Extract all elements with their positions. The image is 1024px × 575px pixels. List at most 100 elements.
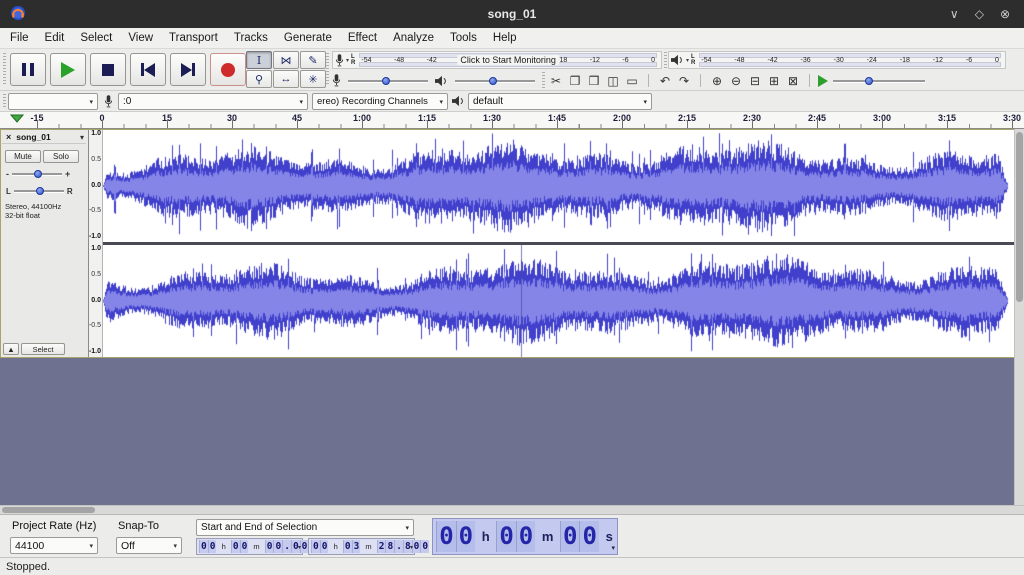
solo-button[interactable]: Solo (43, 150, 79, 163)
mute-button[interactable]: Mute (5, 150, 41, 163)
meter-tick: -18 (900, 57, 910, 64)
collapse-button[interactable]: ▲ (3, 343, 19, 355)
silence-audio-button[interactable]: ▭ (624, 74, 640, 88)
track-close-button[interactable]: × (4, 132, 13, 142)
slider-thumb[interactable] (865, 77, 873, 85)
skip-to-start-button[interactable] (130, 53, 166, 86)
slider-thumb[interactable] (34, 170, 42, 178)
selection-start-field[interactable]: 00 h 00 m 00.000 s▾ (196, 538, 303, 555)
timeline-ruler[interactable]: -1501530451:001:151:301:452:002:152:302:… (0, 112, 1024, 129)
skip-to-end-button[interactable] (170, 53, 206, 86)
vertical-scale-ruler[interactable]: 1.00.50.0-0.5-1.0 1.00.50.0-0.5-1.0 (89, 130, 103, 357)
fit-project-button[interactable]: ⊞ (766, 74, 782, 88)
fit-selection-button[interactable]: ⊟ (747, 74, 763, 88)
menu-view[interactable]: View (120, 30, 161, 46)
menu-select[interactable]: Select (72, 30, 120, 46)
scale-label: -0.5 (89, 322, 101, 330)
redo-button[interactable]: ↷ (676, 74, 692, 88)
snap-to-label: Snap-To (118, 520, 159, 532)
timeshift-tool-button[interactable]: ↔ (273, 70, 299, 88)
slider-thumb[interactable] (489, 77, 497, 85)
meter-tick: -42 (767, 57, 777, 64)
envelope-tool-button[interactable]: ⋈ (273, 51, 299, 69)
audio-position-display[interactable]: 00 h 00 m 00 s▾ (432, 518, 618, 555)
pan-slider[interactable]: L R (6, 185, 73, 197)
waveform-channel-right[interactable] (103, 245, 1015, 357)
playback-volume-slider[interactable] (455, 75, 535, 87)
recording-meter[interactable]: ▾ LR -54-48-42-36-30-24-18-12-60 Click t… (332, 51, 662, 69)
meter-tick: -54 (701, 57, 711, 64)
playback-device-select[interactable]: default▾ (468, 93, 652, 110)
monitoring-label[interactable]: Click to Start Monitoring (457, 55, 559, 65)
gain-slider[interactable]: - + (6, 168, 70, 180)
waveform-display[interactable] (103, 130, 1015, 357)
paste-button[interactable]: ❒ (586, 74, 602, 88)
play-at-speed-button[interactable] (818, 75, 828, 87)
slider-thumb[interactable] (382, 77, 390, 85)
zoom-out-button[interactable]: ⊖ (728, 74, 744, 88)
playback-meter[interactable]: ▾ LR -54-48-42-36-30-24-18-12-60 (668, 51, 1006, 69)
meter-menu-icon[interactable]: ▾ (686, 57, 689, 64)
microphone-icon (104, 95, 113, 111)
meter-tick: -48 (734, 57, 744, 64)
select-button[interactable]: Select (21, 343, 65, 355)
selection-mode-select[interactable]: Start and End of Selection▾ (196, 519, 414, 536)
project-rate-select[interactable]: 44100▾ (10, 537, 98, 554)
maximize-icon[interactable]: ◇ (975, 7, 984, 21)
menu-tools[interactable]: Tools (442, 30, 485, 46)
scale-label: -0.5 (89, 207, 101, 215)
horizontal-scrollbar[interactable] (0, 505, 1024, 514)
speaker-icon (435, 75, 448, 87)
zoom-in-button[interactable]: ⊕ (709, 74, 725, 88)
play-speed-slider[interactable] (833, 75, 925, 87)
meter-tick: 0 (995, 57, 999, 64)
scale-label: 1.0 (91, 245, 101, 253)
menu-edit[interactable]: Edit (37, 30, 73, 46)
scale-label: 0.5 (91, 271, 101, 279)
record-button[interactable] (210, 53, 246, 86)
pause-icon (22, 63, 34, 76)
scrollbar-thumb[interactable] (1016, 132, 1023, 302)
close-icon[interactable]: ⊗ (1000, 7, 1010, 21)
menu-file[interactable]: File (2, 30, 37, 46)
menu-help[interactable]: Help (485, 30, 525, 46)
meter-tick: -12 (933, 57, 943, 64)
track-name[interactable]: song_01 (16, 132, 51, 142)
play-button[interactable] (50, 53, 86, 86)
selection-tool-button[interactable]: I (246, 51, 272, 69)
scrollbar-thumb[interactable] (2, 507, 95, 513)
recording-channels-select[interactable]: ereo) Recording Channels▾ (312, 93, 448, 110)
trim-audio-button[interactable]: ◫ (605, 74, 621, 88)
copy-button[interactable]: ❐ (567, 74, 583, 88)
audio-host-select[interactable]: ▾ (8, 93, 98, 110)
slider-thumb[interactable] (36, 187, 44, 195)
track-menu-button[interactable]: ▾ (80, 133, 84, 142)
pause-button[interactable] (10, 53, 46, 86)
menu-generate[interactable]: Generate (276, 30, 340, 46)
menu-effect[interactable]: Effect (340, 30, 385, 46)
minimize-icon[interactable]: ∨ (950, 7, 959, 21)
menu-analyze[interactable]: Analyze (385, 30, 442, 46)
meter-menu-icon[interactable]: ▾ (346, 57, 349, 64)
meter-tick: -48 (394, 57, 404, 64)
vertical-scrollbar[interactable] (1014, 129, 1024, 505)
status-bar: Stopped. (0, 557, 1024, 575)
window-title: song_01 (0, 7, 1024, 21)
draw-tool-button[interactable]: ✎ (300, 51, 326, 69)
edit-toolbar: ✂❐❒◫▭ ↶↷ ⊕⊖⊟⊞⊠ (548, 72, 925, 89)
snap-to-select[interactable]: Off▾ (116, 537, 182, 554)
recording-volume-slider[interactable] (348, 75, 428, 87)
selection-end-field[interactable]: 00 h 03 m 28.800 s▾ (308, 538, 415, 555)
stop-button[interactable] (90, 53, 126, 86)
track-control-panel: × song_01 ▾ Mute Solo - + L R Stereo, 44… (1, 130, 89, 357)
menu-tracks[interactable]: Tracks (226, 30, 276, 46)
zoom-toggle-button[interactable]: ⊠ (785, 74, 801, 88)
cut-button[interactable]: ✂ (548, 74, 564, 88)
recording-device-select[interactable]: :0▾ (118, 93, 308, 110)
zoom-tool-button[interactable]: ⚲ (246, 70, 272, 88)
waveform-channel-left[interactable] (103, 130, 1015, 242)
menu-transport[interactable]: Transport (161, 30, 226, 46)
play-marker-icon[interactable] (10, 114, 24, 126)
undo-button[interactable]: ↶ (657, 74, 673, 88)
multi-tool-button[interactable]: ✳ (300, 70, 326, 88)
